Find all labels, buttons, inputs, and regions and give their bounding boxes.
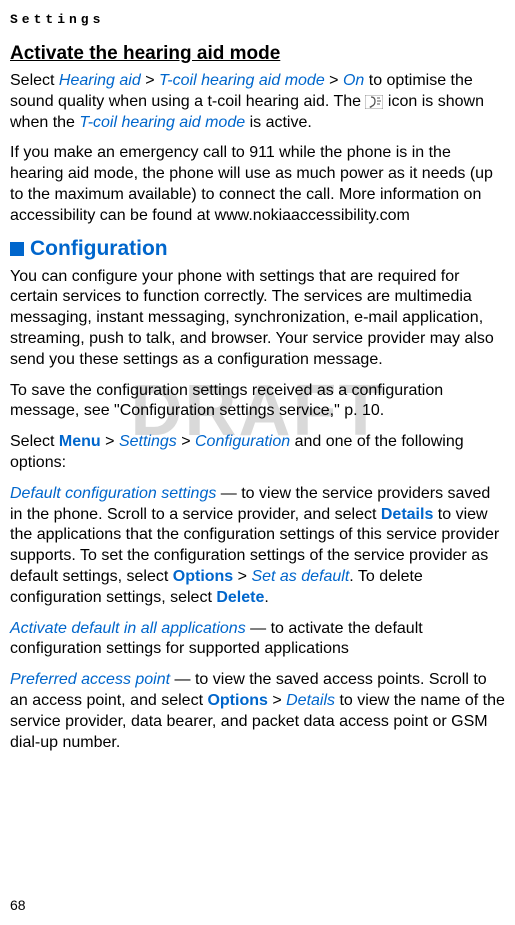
heading-text: Configuration [30, 237, 168, 260]
link-details: Details [286, 692, 335, 709]
text: > [325, 72, 343, 89]
link-delete: Delete [216, 589, 264, 606]
item-label: Default configuration settings [10, 485, 216, 502]
link-options: Options [173, 568, 233, 585]
config-p2: To save the configuration settings recei… [10, 381, 505, 423]
config-item-activate: Activate default in all applications — t… [10, 619, 505, 661]
link-details: Details [381, 506, 433, 523]
item-label: Activate default in all applications [10, 620, 246, 637]
config-p3: Select Menu > Settings > Configuration a… [10, 432, 505, 474]
tcoil-icon [365, 95, 383, 109]
text: . [264, 589, 268, 606]
text: > [101, 433, 119, 450]
configuration-heading: Configuration [10, 237, 505, 261]
config-p1: You can configure your phone with settin… [10, 267, 505, 371]
text: > [268, 692, 286, 709]
text: > [141, 72, 159, 89]
link-hearing-aid: Hearing aid [59, 72, 141, 89]
page-content: Settings Activate the hearing aid mode S… [10, 12, 505, 753]
text: > [177, 433, 195, 450]
square-bullet-icon [10, 242, 24, 256]
link-set-default: Set as default [251, 568, 349, 585]
text: is active. [245, 114, 312, 131]
config-item-default: Default configuration settings — to view… [10, 484, 505, 609]
hearing-aid-p2: If you make an emergency call to 911 whi… [10, 143, 505, 226]
item-label: Preferred access point [10, 671, 170, 688]
chapter-label: Settings [10, 12, 505, 27]
link-settings: Settings [119, 433, 177, 450]
hearing-aid-heading: Activate the hearing aid mode [10, 43, 505, 65]
link-tcoil-mode2: T-coil hearing aid mode [79, 114, 245, 131]
link-configuration: Configuration [195, 433, 290, 450]
link-menu: Menu [59, 433, 101, 450]
hearing-aid-p1: Select Hearing aid > T-coil hearing aid … [10, 71, 505, 133]
page-number: 68 [10, 897, 26, 913]
link-on: On [343, 72, 364, 89]
link-tcoil-mode: T-coil hearing aid mode [159, 72, 325, 89]
text: > [233, 568, 251, 585]
config-item-access-point: Preferred access point — to view the sav… [10, 670, 505, 753]
text: Select [10, 72, 59, 89]
text: Select [10, 433, 59, 450]
link-options: Options [207, 692, 267, 709]
